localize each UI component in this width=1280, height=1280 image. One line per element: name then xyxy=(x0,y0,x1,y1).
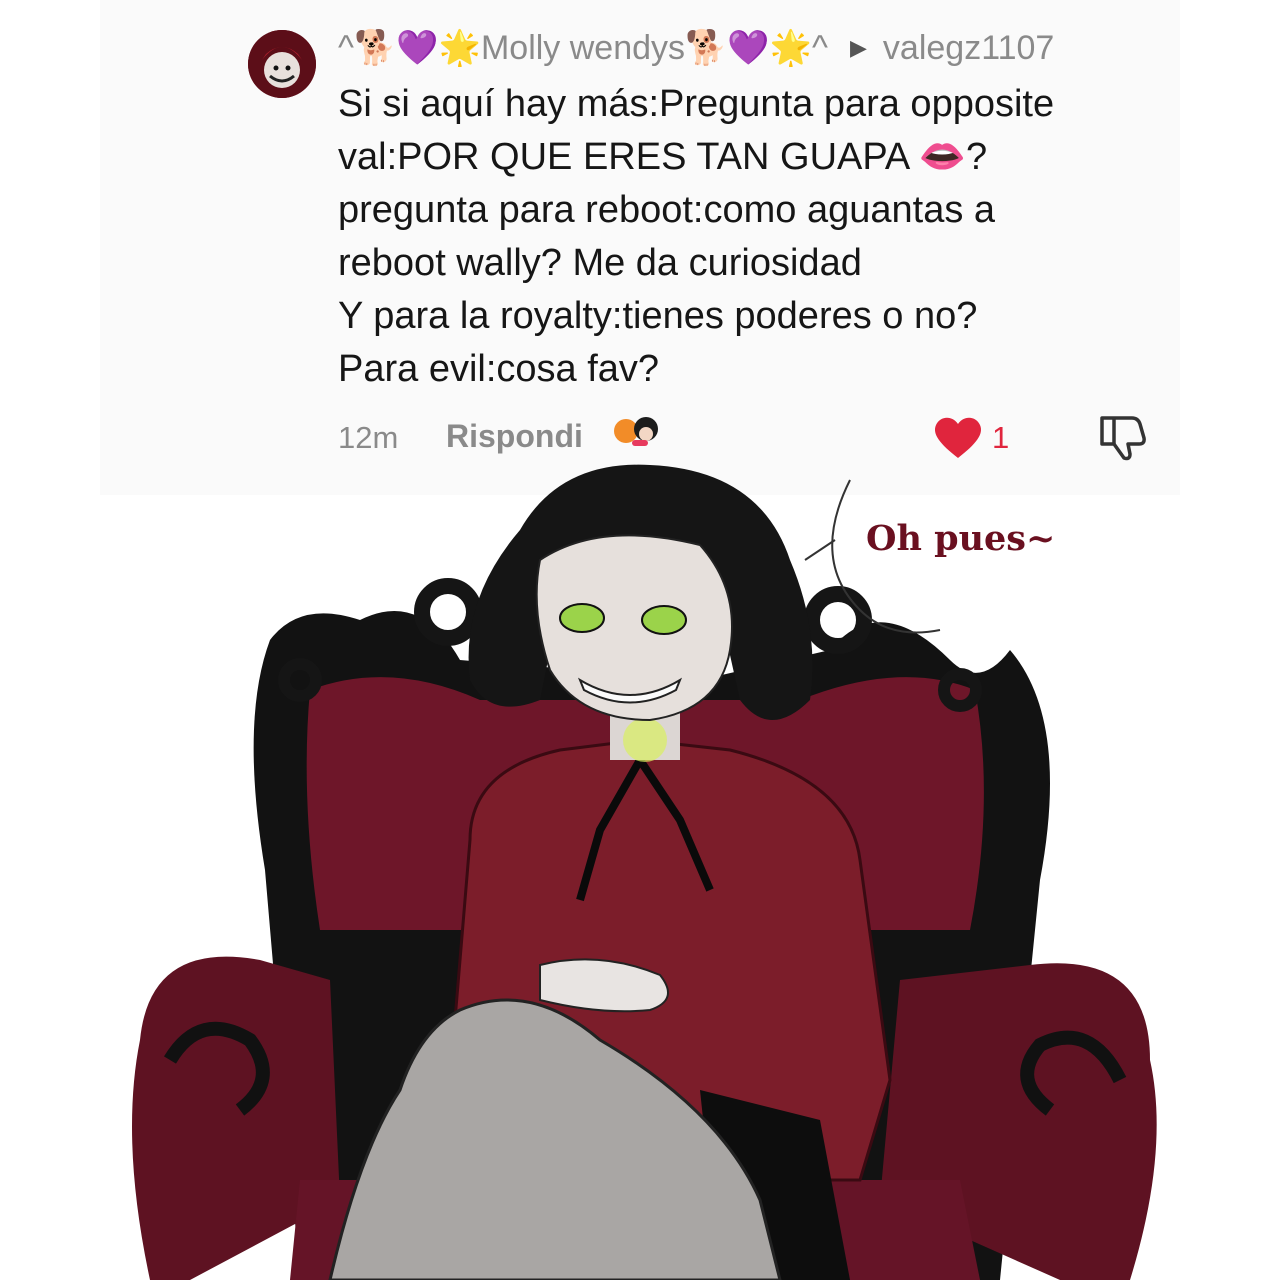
green-eye-left xyxy=(559,603,605,633)
heart-icon[interactable] xyxy=(932,414,984,460)
green-eye-right xyxy=(641,605,687,635)
creator-sticker-icon xyxy=(614,417,658,446)
comment-time: 12m xyxy=(338,420,399,455)
chair-scroll-ornament xyxy=(804,586,872,654)
like-count: 1 xyxy=(992,420,1010,455)
neck-glow xyxy=(623,718,667,762)
character-illustration xyxy=(132,464,1157,1280)
speech-bubble-tail xyxy=(804,539,836,561)
chair-scroll-ornament xyxy=(414,578,482,646)
reply-button[interactable]: Rispondi xyxy=(446,418,583,455)
thumbs-down-icon[interactable] xyxy=(1096,412,1150,462)
speech-text: Oh pues~ xyxy=(866,518,1056,559)
comment-actions: 12m Rispondi 1 xyxy=(338,412,1158,462)
